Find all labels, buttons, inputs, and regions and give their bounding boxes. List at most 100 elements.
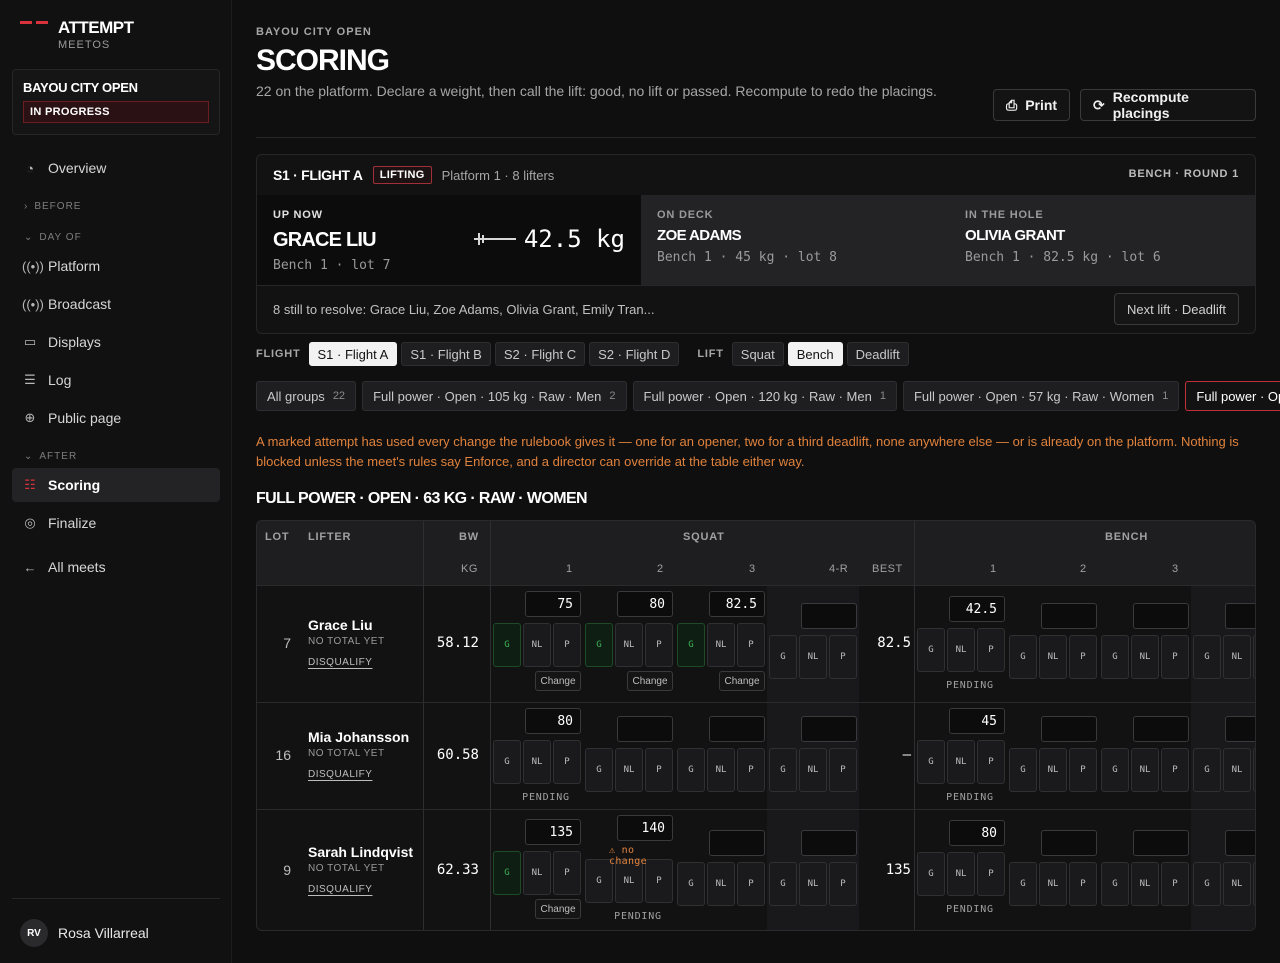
nav-overview[interactable]: ◔ Overview — [12, 151, 220, 185]
good-lift-button[interactable]: G — [677, 623, 705, 667]
pass-button[interactable]: P — [1161, 748, 1189, 792]
weight-input[interactable] — [801, 830, 857, 856]
pass-button[interactable]: P — [553, 740, 581, 784]
lifter-name[interactable]: Sarah Lindqvist — [308, 844, 413, 860]
good-lift-button[interactable]: G — [769, 635, 797, 679]
nav-displays[interactable]: ▭ Displays — [12, 325, 220, 359]
good-lift-button[interactable]: G — [1193, 748, 1221, 792]
no-lift-button[interactable]: NL — [799, 748, 827, 792]
no-lift-button[interactable]: NL — [1223, 862, 1251, 906]
no-lift-button[interactable]: NL — [947, 852, 975, 896]
nav-log[interactable]: ☰ Log — [12, 363, 220, 397]
flight-chip[interactable]: S2 · Flight D — [589, 342, 680, 366]
good-lift-button[interactable]: G — [1009, 748, 1037, 792]
pass-button[interactable]: P — [553, 851, 581, 895]
good-lift-button[interactable]: G — [1101, 748, 1129, 792]
nav-public-page[interactable]: ⊕ Public page — [12, 401, 220, 435]
good-lift-button[interactable]: G — [1193, 862, 1221, 906]
lift-chip[interactable]: Bench — [787, 342, 843, 366]
flight-chip[interactable]: S1 · Flight A — [308, 342, 398, 366]
good-lift-button[interactable]: G — [769, 748, 797, 792]
pass-button[interactable]: P — [737, 862, 765, 906]
weight-input[interactable] — [1225, 716, 1255, 742]
no-lift-button[interactable]: NL — [707, 862, 735, 906]
pass-button[interactable]: P — [1253, 748, 1255, 792]
pass-button[interactable]: P — [1253, 862, 1255, 906]
nav-broadcast[interactable]: ((•)) Broadcast — [12, 287, 220, 321]
good-lift-button[interactable]: G — [677, 748, 705, 792]
disqualify-link[interactable]: DISQUALIFY — [308, 769, 372, 780]
no-lift-button[interactable]: NL — [707, 748, 735, 792]
weight-input[interactable]: 75 — [525, 591, 581, 617]
nav-section-before[interactable]: › BEFORE — [24, 201, 81, 212]
meet-card[interactable]: BAYOU CITY OPEN IN PROGRESS — [12, 69, 220, 135]
pass-button[interactable]: P — [977, 852, 1005, 896]
good-lift-button[interactable]: G — [677, 862, 705, 906]
pass-button[interactable]: P — [1161, 862, 1189, 906]
no-lift-button[interactable]: NL — [1131, 635, 1159, 679]
pass-button[interactable]: P — [829, 748, 857, 792]
disqualify-link[interactable]: DISQUALIFY — [308, 884, 372, 895]
no-lift-button[interactable]: NL — [523, 851, 551, 895]
weight-input[interactable] — [1041, 716, 1097, 742]
next-lift-button[interactable]: Next lift · Deadlift — [1114, 293, 1239, 325]
pass-button[interactable]: P — [1253, 635, 1255, 679]
weight-input[interactable]: 45 — [949, 708, 1005, 734]
weight-input[interactable] — [709, 830, 765, 856]
good-lift-button[interactable]: G — [1009, 635, 1037, 679]
nav-all-meets[interactable]: ← All meets — [12, 550, 220, 584]
pass-button[interactable]: P — [553, 623, 581, 667]
recompute-placings-button[interactable]: ⟳ Recompute placings — [1080, 89, 1256, 121]
no-lift-button[interactable]: NL — [1223, 635, 1251, 679]
weight-input[interactable]: 80 — [949, 820, 1005, 846]
no-lift-button[interactable]: NL — [707, 623, 735, 667]
weight-input[interactable] — [1041, 830, 1097, 856]
no-lift-button[interactable]: NL — [1131, 862, 1159, 906]
pass-button[interactable]: P — [737, 748, 765, 792]
good-lift-button[interactable]: G — [769, 862, 797, 906]
good-lift-button[interactable]: G — [917, 852, 945, 896]
pass-button[interactable]: P — [1069, 635, 1097, 679]
pass-button[interactable]: P — [645, 748, 673, 792]
weight-input[interactable]: 82.5 — [709, 591, 765, 617]
good-lift-button[interactable]: G — [917, 740, 945, 784]
no-lift-button[interactable]: NL — [947, 740, 975, 784]
group-chip[interactable]: Full power · Open · 57 kg · Raw · Women 1 — [902, 381, 1180, 411]
good-lift-button[interactable]: G — [493, 851, 521, 895]
weight-input[interactable] — [617, 716, 673, 742]
flight-chip[interactable]: S1 · Flight B — [401, 342, 491, 366]
pass-button[interactable]: P — [1069, 748, 1097, 792]
pass-button[interactable]: P — [1069, 862, 1097, 906]
no-lift-button[interactable]: NL — [1131, 748, 1159, 792]
change-button[interactable]: Change — [719, 671, 765, 691]
good-lift-button[interactable]: G — [1009, 862, 1037, 906]
nav-section-after[interactable]: ⌄ AFTER — [24, 451, 77, 462]
no-lift-button[interactable]: NL — [799, 862, 827, 906]
weight-input[interactable] — [1133, 716, 1189, 742]
group-chip[interactable]: Full power · Open · 120 kg · Raw · Men 1 — [632, 381, 897, 411]
weight-input[interactable] — [1225, 603, 1255, 629]
good-lift-button[interactable]: G — [1193, 635, 1221, 679]
nav-scoring[interactable]: ☷ Scoring — [12, 468, 220, 502]
pass-button[interactable]: P — [1161, 635, 1189, 679]
change-button[interactable]: Change — [535, 899, 581, 919]
good-lift-button[interactable]: G — [493, 623, 521, 667]
no-lift-button[interactable]: NL — [947, 628, 975, 672]
weight-input[interactable]: 42.5 — [949, 596, 1005, 622]
weight-input[interactable]: 80 — [617, 591, 673, 617]
change-button[interactable]: Change — [627, 671, 673, 691]
no-lift-button[interactable]: NL — [1039, 635, 1067, 679]
no-lift-button[interactable]: NL — [1223, 748, 1251, 792]
nav-platform[interactable]: ((•)) Platform — [12, 249, 220, 283]
no-lift-button[interactable]: NL — [615, 748, 643, 792]
no-lift-button[interactable]: NL — [615, 623, 643, 667]
nav-finalize[interactable]: ◎ Finalize — [12, 506, 220, 540]
no-lift-button[interactable]: NL — [523, 623, 551, 667]
group-chip[interactable]: All groups 22 — [256, 381, 357, 411]
weight-input[interactable] — [1225, 830, 1255, 856]
flight-chip[interactable]: S2 · Flight C — [494, 342, 586, 366]
good-lift-button[interactable]: G — [585, 623, 613, 667]
user-menu[interactable]: RV Rosa Villarreal — [12, 898, 220, 947]
weight-input[interactable] — [1133, 830, 1189, 856]
no-lift-button[interactable]: NL — [1039, 748, 1067, 792]
